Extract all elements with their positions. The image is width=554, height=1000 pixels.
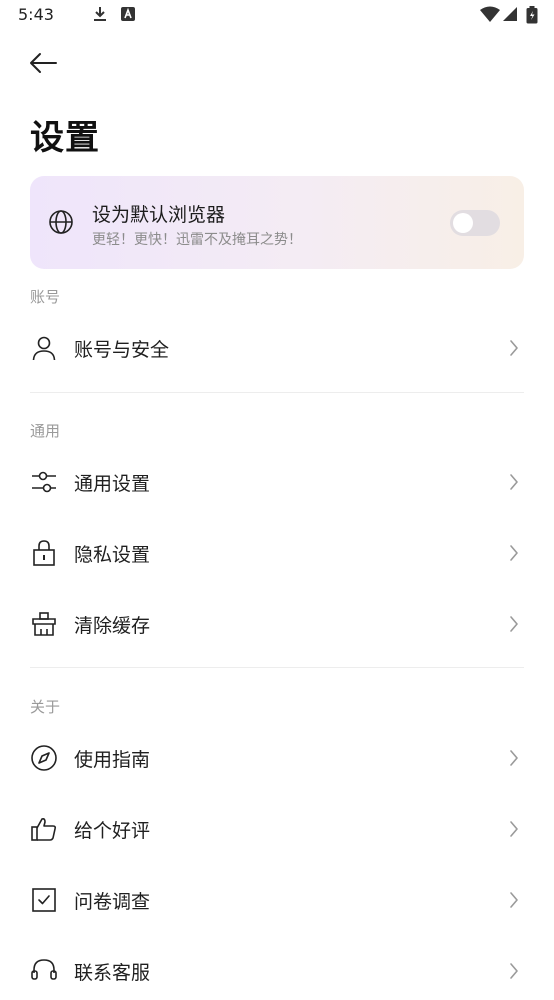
default-browser-card[interactable]: 设为默认浏览器 更轻！更快！迅雷不及掩耳之势！	[30, 176, 524, 269]
chevron-right-icon	[506, 819, 522, 839]
status-bar: 5:43	[0, 0, 554, 30]
divider	[30, 392, 524, 393]
chevron-right-icon	[506, 748, 522, 768]
thumbs-up-icon	[30, 815, 58, 843]
row-user-guide[interactable]: 使用指南	[0, 727, 554, 787]
lock-icon	[30, 539, 58, 567]
compass-icon	[30, 744, 58, 772]
row-label: 使用指南	[74, 749, 151, 771]
chevron-right-icon	[506, 543, 522, 563]
back-button[interactable]	[26, 48, 60, 78]
status-time: 5:43	[18, 5, 54, 24]
divider	[30, 667, 524, 668]
notification-a-icon	[120, 6, 136, 22]
sliders-icon	[30, 468, 58, 496]
arrow-left-icon	[28, 52, 58, 74]
chevron-right-icon	[506, 614, 522, 634]
chevron-right-icon	[506, 961, 522, 981]
default-browser-subtitle: 更轻！更快！迅雷不及掩耳之势！	[92, 232, 302, 248]
checkbox-icon	[30, 886, 58, 914]
chevron-right-icon	[506, 472, 522, 492]
chevron-right-icon	[506, 338, 522, 358]
section-label-about: 关于	[30, 698, 61, 716]
row-general-settings[interactable]: 通用设置	[0, 451, 554, 511]
row-account-security[interactable]: 账号与安全	[0, 317, 554, 377]
download-icon	[92, 6, 108, 22]
user-icon	[30, 334, 58, 362]
row-label: 账号与安全	[74, 339, 170, 361]
row-customer-service[interactable]: 联系客服	[0, 940, 554, 1000]
battery-icon	[526, 6, 538, 24]
headset-icon	[30, 957, 58, 985]
row-clear-cache[interactable]: 清除缓存	[0, 593, 554, 653]
section-label-general: 通用	[30, 422, 61, 440]
toggle-knob	[453, 213, 473, 233]
signal-icon	[502, 6, 518, 22]
row-label: 通用设置	[74, 473, 151, 495]
default-browser-toggle[interactable]	[450, 210, 500, 236]
section-label-account: 账号	[30, 288, 61, 306]
row-label: 清除缓存	[74, 615, 151, 637]
row-survey[interactable]: 问卷调查	[0, 869, 554, 929]
row-label: 问卷调查	[74, 891, 151, 913]
default-browser-title: 设为默认浏览器	[92, 204, 226, 226]
page-title: 设置	[30, 118, 100, 158]
row-label: 隐私设置	[74, 544, 151, 566]
row-privacy-settings[interactable]: 隐私设置	[0, 522, 554, 582]
row-label: 联系客服	[74, 962, 151, 984]
row-label: 给个好评	[74, 820, 151, 842]
globe-icon	[48, 209, 74, 235]
row-rate-us[interactable]: 给个好评	[0, 798, 554, 858]
wifi-icon	[480, 6, 500, 22]
broom-icon	[30, 610, 58, 638]
chevron-right-icon	[506, 890, 522, 910]
